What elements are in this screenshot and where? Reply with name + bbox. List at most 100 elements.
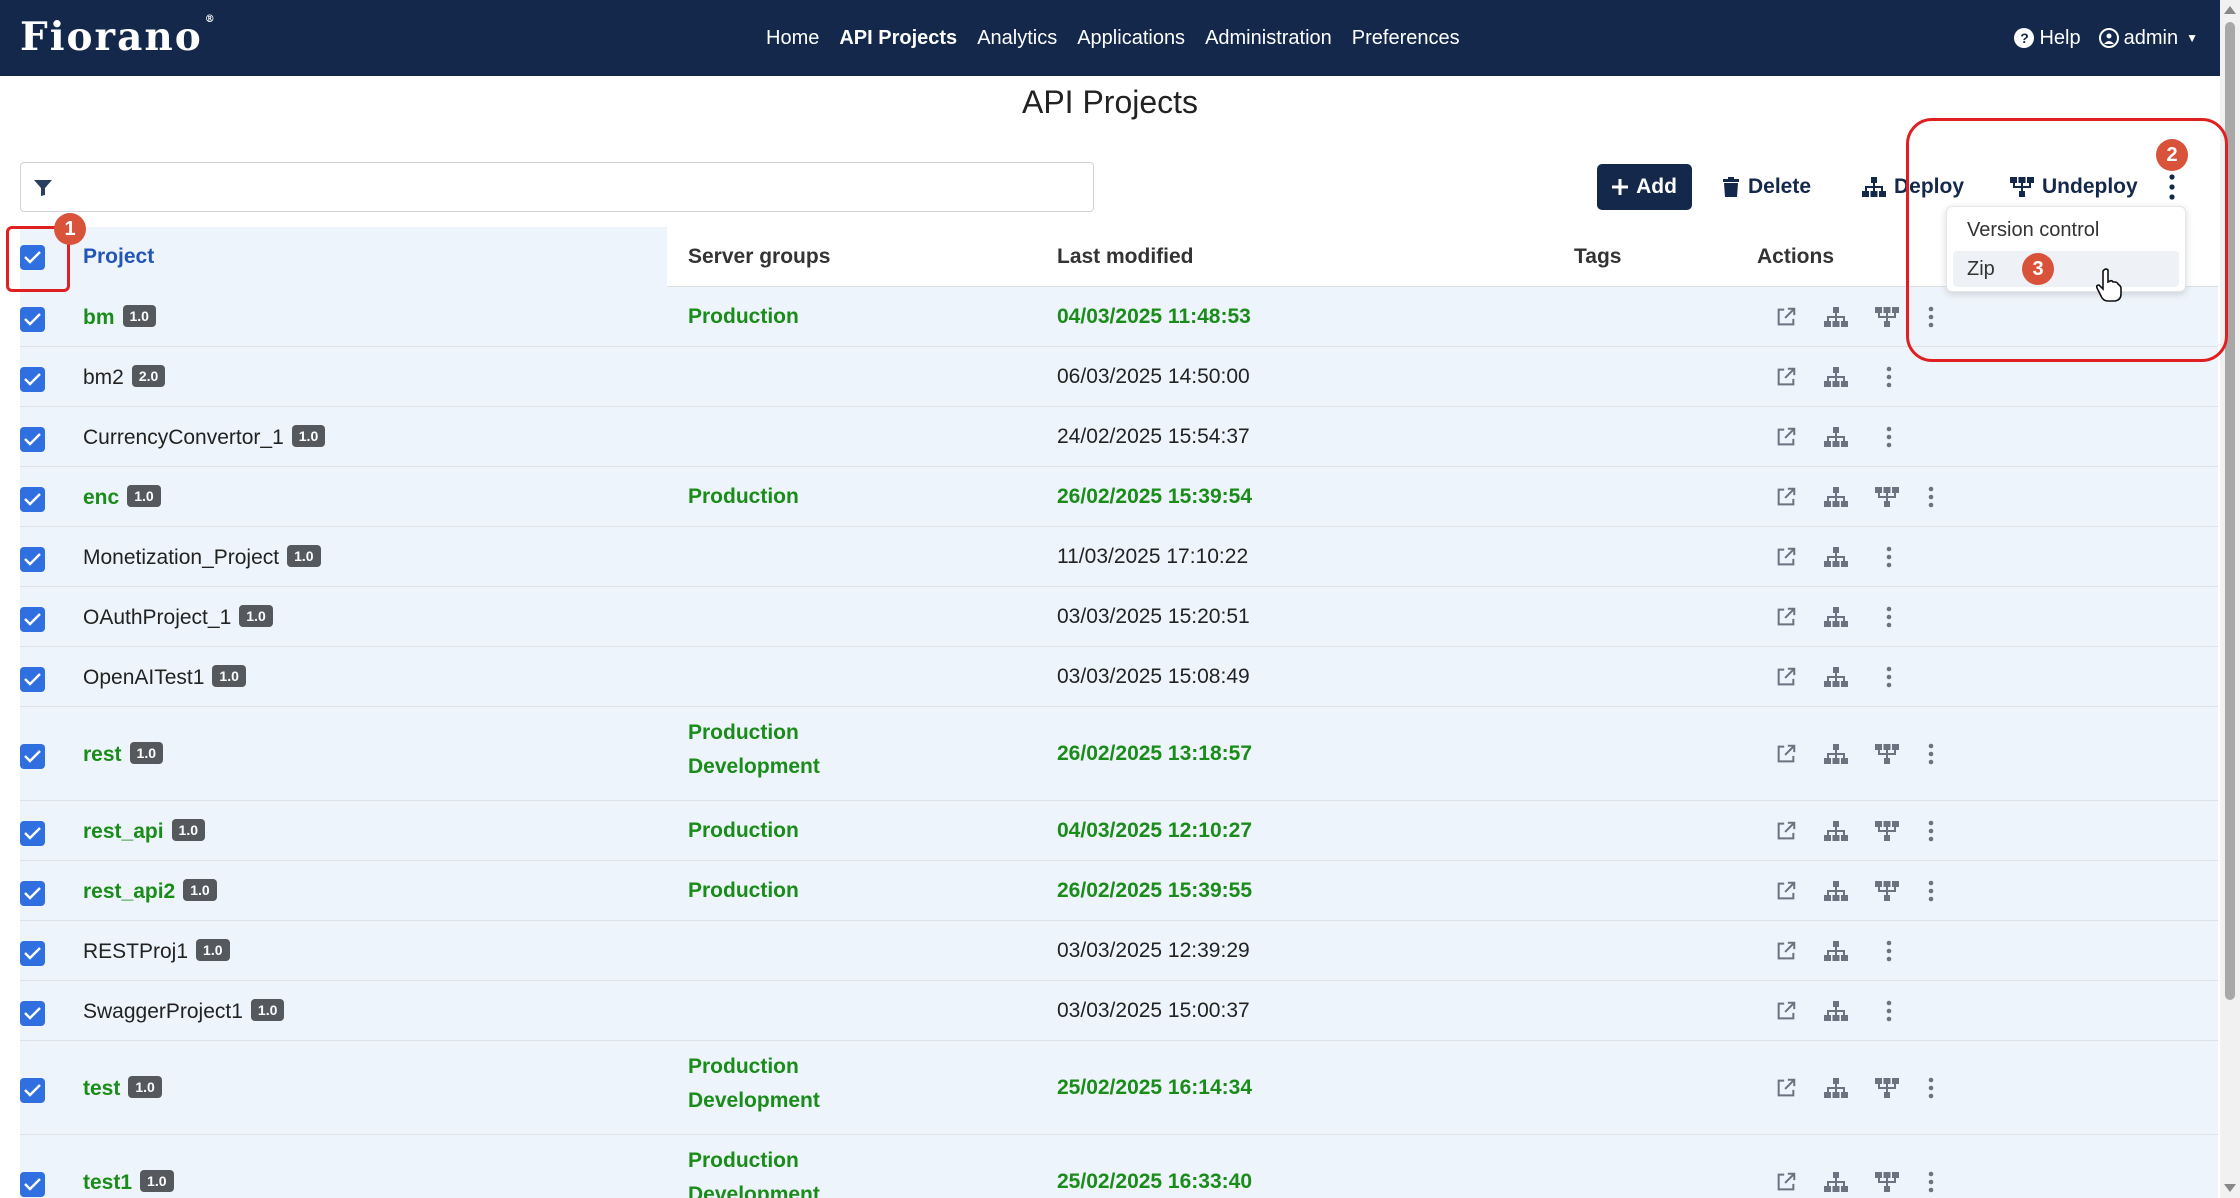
row-checkbox[interactable] xyxy=(20,941,45,966)
project-name-cell[interactable]: OAuthProject_1 1.0 xyxy=(83,605,273,630)
open-external-icon[interactable] xyxy=(1771,996,1801,1026)
project-name[interactable]: Monetization_Project xyxy=(83,546,279,569)
row-checkbox[interactable] xyxy=(20,607,45,632)
deploy-icon[interactable] xyxy=(1821,422,1851,452)
project-name-cell[interactable]: enc 1.0 xyxy=(83,485,161,510)
project-name[interactable]: CurrencyConvertor_1 xyxy=(83,426,284,449)
row-more-options-icon[interactable] xyxy=(1916,1167,1946,1197)
deploy-icon[interactable] xyxy=(1821,1167,1851,1197)
table-row[interactable]: bm 1.0 Production 04/03/2025 11:48:53 xyxy=(20,287,2218,347)
help-link[interactable]: ? Help xyxy=(2014,27,2081,50)
project-name-cell[interactable]: OpenAITest1 1.0 xyxy=(83,665,246,690)
row-checkbox[interactable] xyxy=(20,1078,45,1103)
nav-analytics[interactable]: Analytics xyxy=(977,27,1057,50)
open-external-icon[interactable] xyxy=(1771,1167,1801,1197)
open-external-icon[interactable] xyxy=(1771,302,1801,332)
tags-column-header[interactable]: Tags xyxy=(1574,245,1621,269)
table-row[interactable]: OpenAITest1 1.0 03/03/2025 15:08:49 xyxy=(20,647,2218,707)
project-name[interactable]: bm2 xyxy=(83,366,124,389)
nav-applications[interactable]: Applications xyxy=(1077,27,1185,50)
nav-administration[interactable]: Administration xyxy=(1205,27,1332,50)
project-name-cell[interactable]: SwaggerProject1 1.0 xyxy=(83,999,285,1024)
undeploy-icon[interactable] xyxy=(1872,302,1902,332)
server-groups-column-header[interactable]: Server groups xyxy=(688,245,830,269)
row-more-options-icon[interactable] xyxy=(1916,876,1946,906)
user-menu[interactable]: admin ▼ xyxy=(2098,27,2198,50)
row-checkbox[interactable] xyxy=(20,367,45,392)
add-button[interactable]: Add xyxy=(1597,164,1692,210)
open-external-icon[interactable] xyxy=(1771,739,1801,769)
row-checkbox[interactable] xyxy=(20,1172,45,1197)
row-more-options-icon[interactable] xyxy=(1874,422,1904,452)
row-more-options-icon[interactable] xyxy=(1874,662,1904,692)
project-name[interactable]: test1 xyxy=(83,1171,132,1194)
project-name[interactable]: rest_api xyxy=(83,820,164,843)
row-checkbox[interactable] xyxy=(20,667,45,692)
open-external-icon[interactable] xyxy=(1771,1073,1801,1103)
deploy-icon[interactable] xyxy=(1821,936,1851,966)
deploy-icon[interactable] xyxy=(1821,816,1851,846)
undeploy-icon[interactable] xyxy=(1872,816,1902,846)
nav-preferences[interactable]: Preferences xyxy=(1352,27,1460,50)
open-external-icon[interactable] xyxy=(1771,662,1801,692)
project-name-cell[interactable]: rest 1.0 xyxy=(83,742,163,767)
nav-api-projects[interactable]: API Projects xyxy=(839,27,957,50)
row-more-options-icon[interactable] xyxy=(1916,482,1946,512)
project-name-cell[interactable]: test 1.0 xyxy=(83,1076,162,1101)
row-more-options-icon[interactable] xyxy=(1874,542,1904,572)
table-row[interactable]: rest_api2 1.0 Production 26/02/2025 15:39:5… xyxy=(20,861,2218,921)
row-checkbox[interactable] xyxy=(20,307,45,332)
deploy-icon[interactable] xyxy=(1821,739,1851,769)
open-external-icon[interactable] xyxy=(1771,936,1801,966)
project-name-cell[interactable]: Monetization_Project 1.0 xyxy=(83,545,321,570)
project-name-cell[interactable]: rest_api2 1.0 xyxy=(83,879,217,904)
project-name[interactable]: rest xyxy=(83,743,122,766)
row-checkbox[interactable] xyxy=(20,487,45,512)
row-checkbox[interactable] xyxy=(20,1001,45,1026)
row-more-options-icon[interactable] xyxy=(1874,936,1904,966)
open-external-icon[interactable] xyxy=(1771,816,1801,846)
row-checkbox[interactable] xyxy=(20,744,45,769)
open-external-icon[interactable] xyxy=(1771,422,1801,452)
undeploy-icon[interactable] xyxy=(1872,876,1902,906)
last-modified-column-header[interactable]: Last modified xyxy=(1057,245,1194,269)
project-name[interactable]: rest_api2 xyxy=(83,880,175,903)
undeploy-icon[interactable] xyxy=(1872,1167,1902,1197)
table-row[interactable]: test 1.0 Production Development 25/02/2025 1… xyxy=(20,1041,2218,1135)
deploy-icon[interactable] xyxy=(1821,662,1851,692)
project-name[interactable]: SwaggerProject1 xyxy=(83,1000,243,1023)
open-external-icon[interactable] xyxy=(1771,482,1801,512)
deploy-icon[interactable] xyxy=(1821,482,1851,512)
fiorano-logo[interactable]: Fiorano ® xyxy=(20,14,217,60)
deploy-icon[interactable] xyxy=(1821,1073,1851,1103)
undeploy-icon[interactable] xyxy=(1872,482,1902,512)
open-external-icon[interactable] xyxy=(1771,876,1801,906)
open-external-icon[interactable] xyxy=(1771,362,1801,392)
project-name-cell[interactable]: rest_api 1.0 xyxy=(83,819,206,844)
open-external-icon[interactable] xyxy=(1771,542,1801,572)
table-row[interactable]: enc 1.0 Production 26/02/2025 15:39:54 xyxy=(20,467,2218,527)
delete-button[interactable]: Delete xyxy=(1722,164,1811,210)
row-more-options-icon[interactable] xyxy=(1916,1073,1946,1103)
undeploy-icon[interactable] xyxy=(1872,1073,1902,1103)
table-row[interactable]: RESTProj1 1.0 03/03/2025 12:39:29 xyxy=(20,921,2218,981)
project-column-header[interactable]: Project xyxy=(83,245,154,269)
row-checkbox[interactable] xyxy=(20,547,45,572)
undeploy-icon[interactable] xyxy=(1872,739,1902,769)
table-row[interactable]: SwaggerProject1 1.0 03/03/2025 15:00:37 xyxy=(20,981,2218,1041)
project-name-cell[interactable]: bm 1.0 xyxy=(83,305,156,330)
project-name-cell[interactable]: RESTProj1 1.0 xyxy=(83,939,230,964)
table-row[interactable]: Monetization_Project 1.0 11/03/2025 17:10:… xyxy=(20,527,2218,587)
table-row[interactable]: rest 1.0 Production Development 26/02/2025 1… xyxy=(20,707,2218,801)
nav-home[interactable]: Home xyxy=(766,27,819,50)
deploy-icon[interactable] xyxy=(1821,302,1851,332)
project-name-cell[interactable]: bm2 2.0 xyxy=(83,365,166,390)
row-checkbox[interactable] xyxy=(20,881,45,906)
table-row[interactable]: test1 1.0 Production Development 25/02/2025 … xyxy=(20,1135,2218,1198)
project-name-cell[interactable]: test1 1.0 xyxy=(83,1170,174,1195)
project-name[interactable]: enc xyxy=(83,486,119,509)
scroll-up-arrow-icon[interactable] xyxy=(2224,6,2236,14)
row-checkbox[interactable] xyxy=(20,821,45,846)
project-name[interactable]: OpenAITest1 xyxy=(83,666,204,689)
project-name[interactable]: bm xyxy=(83,306,115,329)
